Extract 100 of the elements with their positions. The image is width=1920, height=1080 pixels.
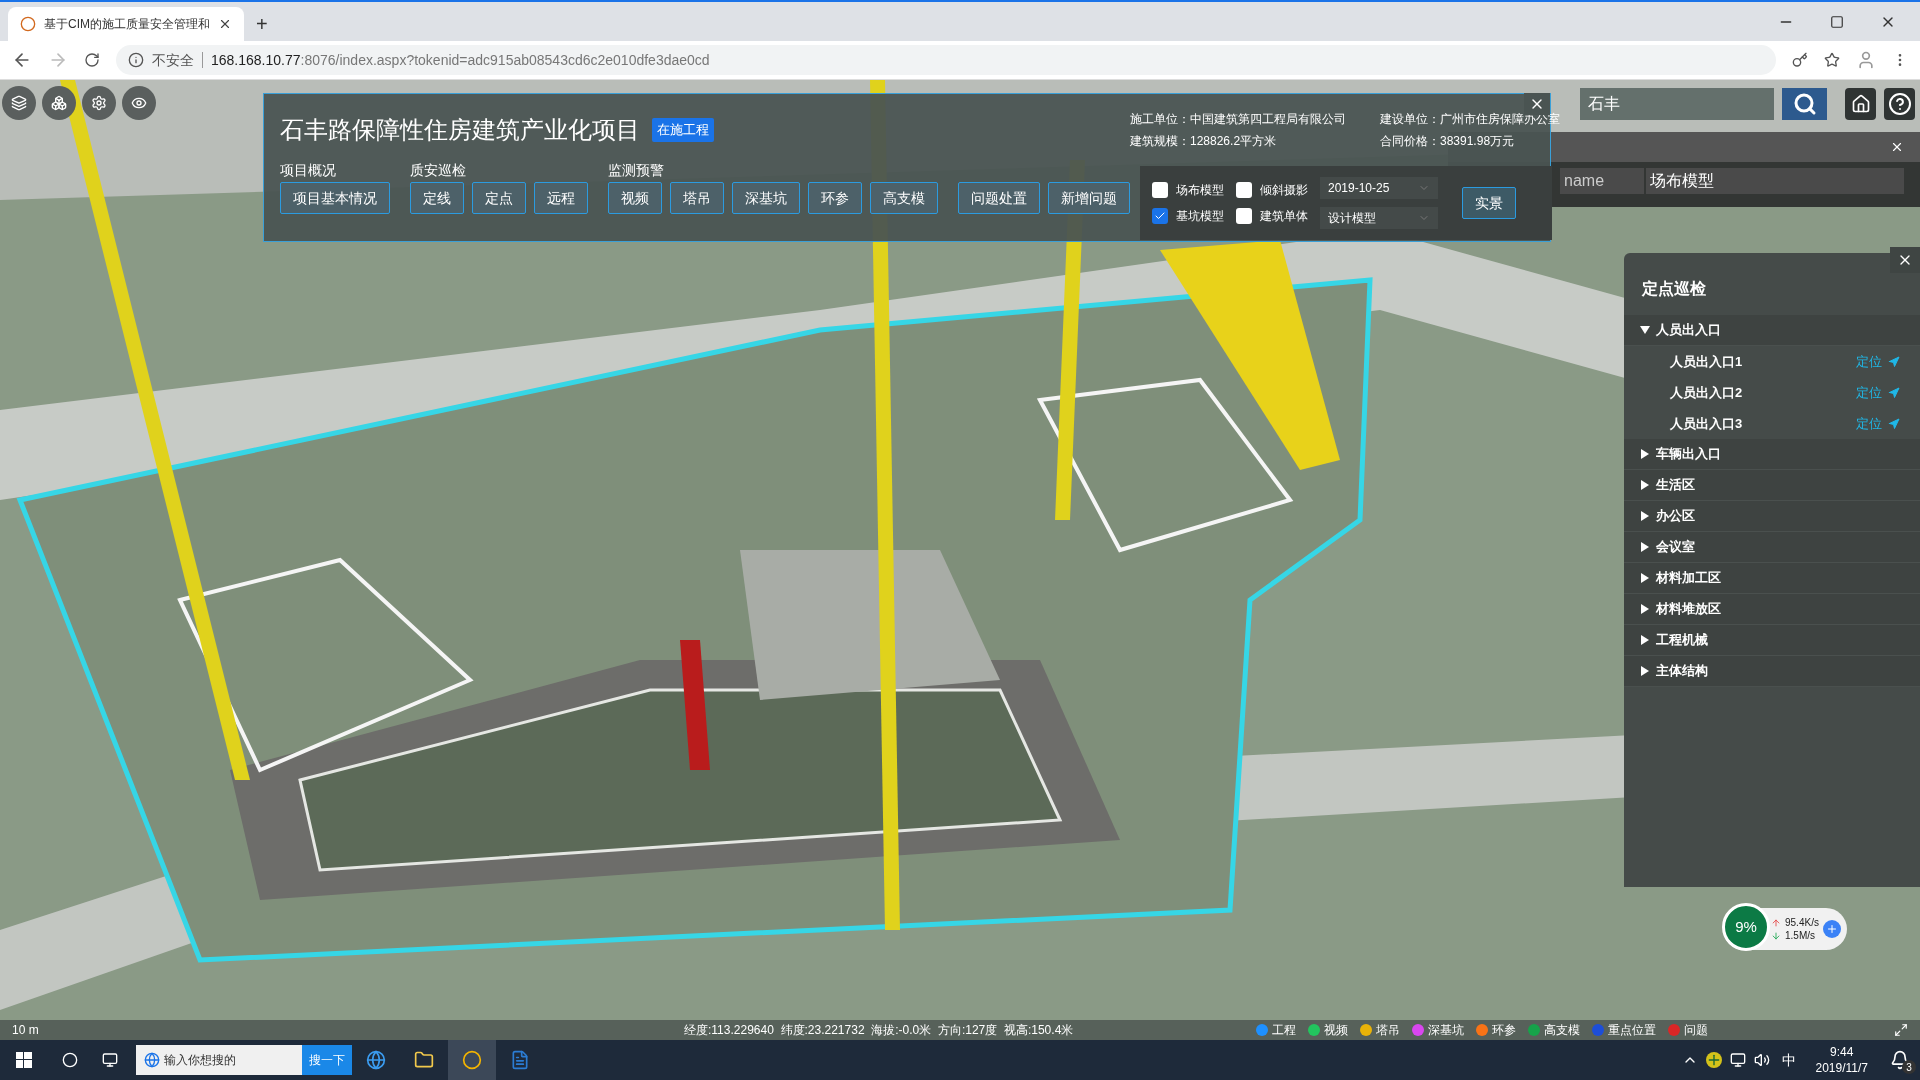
locate-link[interactable]: 定位: [1856, 413, 1882, 434]
fullscreen-icon[interactable]: [1894, 1023, 1908, 1037]
legend-label: 问题: [1684, 1022, 1708, 1039]
tray-app-icon[interactable]: [1705, 1052, 1722, 1068]
taskbar-search-field[interactable]: 输入你想搜的: [136, 1045, 302, 1075]
locate-icon: [1888, 355, 1900, 368]
upload-icon: [1771, 917, 1781, 928]
task-view-icon[interactable]: [102, 1052, 118, 1068]
date-field[interactable]: 2019-10-25: [1320, 177, 1438, 199]
caret-right-icon: [1640, 604, 1650, 614]
item-label: 人员出入口3: [1670, 414, 1744, 433]
group-label: 车辆出入口: [1656, 445, 1721, 464]
toolbar-button[interactable]: 新增问题: [1048, 182, 1130, 214]
toolbar-button[interactable]: 远程: [534, 182, 588, 214]
url-text: 168.168.10.77:8076/index.aspx?tokenid=adc915ab08543cd6c2e010dfe3dae0cd: [211, 50, 710, 70]
group-label: 材料加工区: [1656, 569, 1721, 588]
group-label: 工程机械: [1656, 631, 1708, 650]
folder-icon[interactable]: [414, 1050, 434, 1070]
add-button[interactable]: [1822, 920, 1841, 938]
toolbar-button[interactable]: 塔吊: [670, 182, 724, 214]
bookmark-star-icon[interactable]: [1824, 52, 1840, 68]
checkbox[interactable]: [1236, 208, 1252, 224]
key-icon[interactable]: [1792, 52, 1808, 68]
close-icon[interactable]: [218, 17, 232, 31]
live-view-button[interactable]: 实景: [1462, 187, 1516, 219]
new-tab-button[interactable]: +: [244, 7, 280, 41]
tree-group[interactable]: 主体结构: [1624, 656, 1920, 687]
toolbar-button[interactable]: 问题处置: [958, 182, 1040, 214]
tree-group[interactable]: 办公区: [1624, 501, 1920, 532]
toolbar-button[interactable]: 深基坑: [732, 182, 800, 214]
caret-right-icon: [1640, 635, 1650, 645]
checkbox-label: 基坑模型: [1176, 208, 1224, 225]
browser-tab[interactable]: 基于CIM的施工质量安全管理和: [8, 7, 244, 41]
checkbox[interactable]: [1152, 208, 1168, 224]
legend-label: 塔吊: [1376, 1022, 1400, 1039]
model-select[interactable]: 设计模型: [1320, 207, 1438, 229]
locate-icon: [1888, 417, 1900, 430]
search-button[interactable]: 搜一下: [302, 1045, 352, 1075]
legend-label: 深基坑: [1428, 1022, 1464, 1039]
tree-group[interactable]: 材料加工区: [1624, 563, 1920, 594]
document-icon[interactable]: [510, 1050, 530, 1070]
legend-label: 环参: [1492, 1022, 1516, 1039]
group-label: 主体结构: [1656, 662, 1708, 681]
toolbar-button[interactable]: 环参: [808, 182, 862, 214]
address-bar[interactable]: 不安全 168.168.10.77:8076/index.aspx?tokenid=adc915ab08543cd6c2e010dfe3dae0cd: [116, 45, 1776, 75]
start-icon[interactable]: [16, 1052, 32, 1068]
close-button[interactable]: [1524, 93, 1550, 115]
eye-icon: [131, 95, 147, 111]
locate-link[interactable]: 定位: [1856, 382, 1882, 403]
search-icon: [1792, 92, 1817, 116]
group-label: 人员出入口: [1656, 321, 1721, 340]
tree-group[interactable]: 车辆出入口: [1624, 439, 1920, 470]
home-button[interactable]: [1845, 88, 1876, 120]
legend-label: 重点位置: [1608, 1022, 1656, 1039]
caret-right-icon: [1640, 573, 1650, 583]
network-icon[interactable]: [1729, 1052, 1746, 1068]
table-header-cell: name: [1560, 168, 1644, 194]
reload-icon[interactable]: [84, 52, 100, 68]
search-field[interactable]: 石丰: [1580, 88, 1774, 120]
toolbar-button[interactable]: 高支模: [870, 182, 938, 214]
download-speed: 1.5M/s: [1785, 929, 1815, 942]
ime-indicator[interactable]: 中: [1781, 1049, 1796, 1071]
toolbar-button[interactable]: 定点: [472, 182, 526, 214]
profile-icon[interactable]: [1856, 50, 1876, 70]
panel-title: 定点巡检: [1642, 279, 1706, 299]
close-button[interactable]: [1890, 247, 1920, 273]
caret-right-icon: [1640, 542, 1650, 552]
browser-icon[interactable]: [366, 1050, 386, 1070]
download-icon: [1771, 930, 1781, 941]
browser-app-icon[interactable]: [448, 1040, 496, 1080]
info-text: 合同价格：38391.98万元: [1380, 133, 1516, 150]
tree-group[interactable]: 材料堆放区: [1624, 594, 1920, 625]
search-button[interactable]: [1782, 88, 1827, 120]
search-placeholder: 输入你想搜的: [164, 1052, 236, 1069]
toolbar-button[interactable]: 项目基本情况: [280, 182, 390, 214]
caret-right-icon: [1640, 511, 1650, 521]
volume-icon[interactable]: [1753, 1052, 1770, 1068]
group-label: 项目概况: [280, 161, 337, 178]
scale-label: 10 m: [12, 1022, 40, 1039]
checkbox[interactable]: [1236, 182, 1252, 198]
help-button[interactable]: [1884, 88, 1915, 120]
toolbar-button[interactable]: 视频: [608, 182, 662, 214]
cortana-icon[interactable]: [62, 1052, 78, 1068]
close-icon[interactable]: [1890, 140, 1904, 154]
tree-group[interactable]: 会议室: [1624, 532, 1920, 563]
maximize-icon[interactable]: [1830, 14, 1844, 29]
checkbox-label: 建筑单体: [1260, 208, 1308, 225]
tree-group[interactable]: 工程机械: [1624, 625, 1920, 656]
plus-icon: [1825, 923, 1838, 935]
help-icon: [1887, 92, 1912, 116]
checkbox[interactable]: [1152, 182, 1168, 198]
locate-link[interactable]: 定位: [1856, 351, 1882, 372]
tree-group[interactable]: 人员出入口: [1624, 315, 1920, 346]
cubes-icon: [51, 95, 67, 111]
upload-speed: 95.4K/s: [1785, 916, 1819, 929]
toolbar-button[interactable]: 定线: [410, 182, 464, 214]
site-logo-icon: [20, 16, 36, 32]
group-label: 办公区: [1656, 507, 1695, 526]
group-label: 生活区: [1656, 476, 1695, 495]
tree-group[interactable]: 生活区: [1624, 470, 1920, 501]
